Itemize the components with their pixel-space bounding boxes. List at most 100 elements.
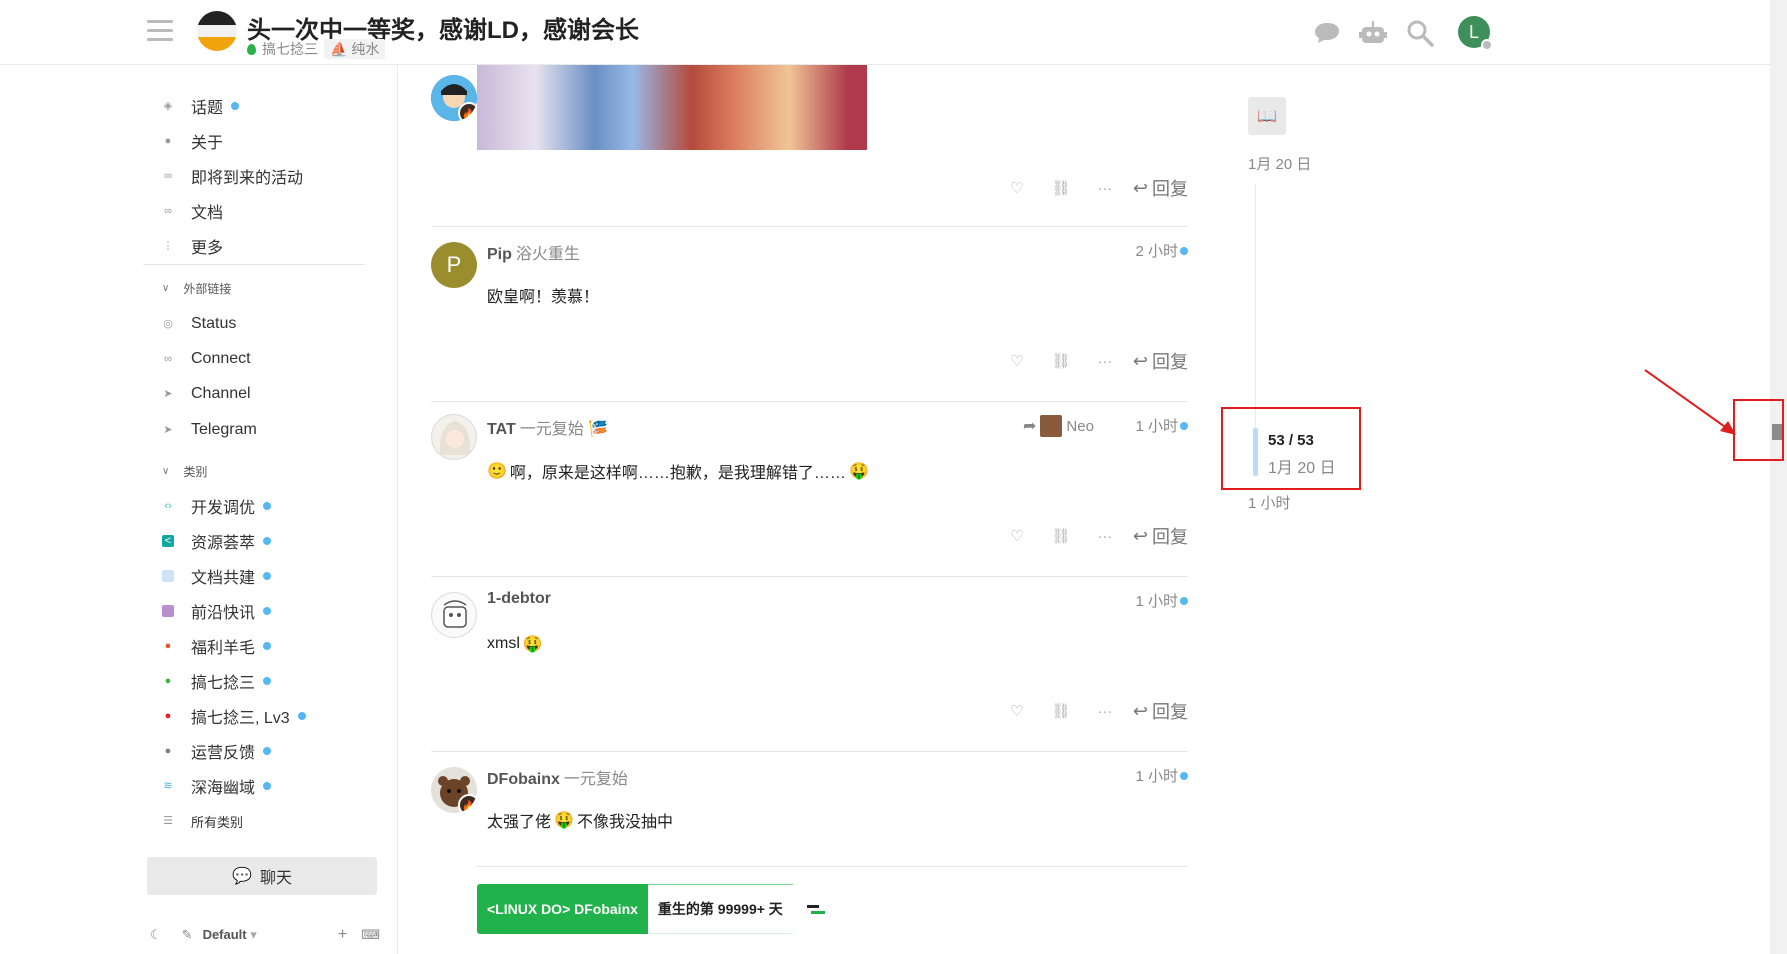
scrollbar[interactable] bbox=[1770, 0, 1787, 954]
sidebar-item-connect[interactable]: ∞ Connect bbox=[162, 344, 251, 374]
timeline-end-label[interactable]: 1 小时 bbox=[1248, 492, 1291, 513]
sidebar-category[interactable]: ‹› 开发调优 bbox=[162, 491, 272, 521]
reply-button[interactable]: ↩ 回复 bbox=[1133, 698, 1188, 724]
sidebar-category[interactable]: < 资源荟萃 bbox=[162, 526, 272, 556]
sidebar-item-about[interactable]: ● 关于 bbox=[162, 126, 223, 156]
like-icon[interactable]: ♡ bbox=[995, 702, 1039, 720]
post-body: 🙂 啊，原来是这样啊……抱歉，是我理解错了…… 🤑 bbox=[487, 459, 869, 483]
post-date[interactable]: 1 小时 bbox=[1135, 765, 1188, 786]
more-icon[interactable]: ··· bbox=[1083, 353, 1127, 370]
theme-label: Default bbox=[202, 927, 247, 942]
avatar[interactable]: P bbox=[431, 242, 477, 288]
sidebar-category[interactable]: ≋ 深海幽域 bbox=[162, 771, 272, 801]
moon-icon[interactable]: ☾ bbox=[150, 927, 162, 943]
post-author[interactable]: DFobainx 一元复始 bbox=[487, 765, 628, 789]
reply-button[interactable]: ↩ 回复 bbox=[1133, 523, 1188, 549]
unread-dot bbox=[263, 572, 272, 580]
post-image[interactable] bbox=[477, 65, 867, 150]
avatar[interactable]: 🔥 bbox=[431, 767, 477, 813]
reply-label: 回复 bbox=[1152, 179, 1188, 199]
like-icon[interactable]: ♡ bbox=[995, 527, 1039, 545]
post-date[interactable]: 1 小时 bbox=[1135, 415, 1188, 436]
post-date[interactable]: 2 小时 bbox=[1135, 240, 1188, 261]
post-text: xmsl bbox=[487, 635, 520, 652]
unread-dot bbox=[263, 502, 272, 510]
sidebar-item-all-categories[interactable]: ☰ 所有类别 bbox=[162, 806, 243, 836]
chat-button[interactable]: 💬 聊天 bbox=[147, 857, 377, 895]
unread-dot bbox=[263, 607, 272, 615]
post-author[interactable]: TAT 一元复始 🎏 bbox=[487, 415, 608, 439]
sidebar-category[interactable]: 文档共建 bbox=[162, 561, 272, 591]
reply-to[interactable]: ➦ Neo bbox=[1023, 415, 1094, 437]
link-icon[interactable]: ⛓ bbox=[1039, 527, 1083, 545]
sidebar-category[interactable]: ● 福利羊毛 bbox=[162, 631, 272, 661]
send-icon: ➤ bbox=[163, 424, 173, 436]
chat-bubble-icon[interactable] bbox=[1312, 18, 1342, 48]
brush-icon: ✎ bbox=[181, 927, 193, 942]
post-author[interactable]: Pip 浴火重生 bbox=[487, 240, 580, 264]
newspaper-icon bbox=[162, 605, 174, 617]
link-icon: ∞ bbox=[164, 205, 172, 217]
post-author[interactable]: 1-debtor bbox=[487, 590, 551, 608]
user-avatar[interactable]: L bbox=[1458, 16, 1493, 51]
sidebar-category[interactable]: ● 搞七捻三 bbox=[162, 666, 272, 696]
robot-icon[interactable] bbox=[1358, 18, 1388, 48]
keyboard-icon[interactable]: ⌨ bbox=[361, 927, 380, 943]
chevron-down-icon: ∨ bbox=[162, 465, 170, 477]
sidebar-category[interactable]: ● 运营反馈 bbox=[162, 736, 272, 766]
reply-button[interactable]: ↩ 回复 bbox=[1133, 348, 1188, 374]
unread-dot bbox=[1180, 246, 1188, 255]
like-icon[interactable]: ♡ bbox=[995, 352, 1039, 370]
reply-icon: ↩ bbox=[1132, 700, 1148, 721]
site-logo[interactable] bbox=[197, 11, 237, 51]
link-icon: ∞ bbox=[164, 170, 172, 182]
caret-down-icon: ▾ bbox=[250, 927, 257, 942]
divider bbox=[431, 576, 1188, 577]
avatar[interactable]: 🔥 bbox=[431, 75, 477, 121]
annotation-arrow-icon bbox=[1644, 369, 1736, 435]
external-links-header[interactable]: ∨ 外部链接 bbox=[162, 278, 231, 298]
search-icon[interactable] bbox=[1405, 18, 1435, 48]
post: 1-debtor 1 小时 xmsl 🤑 ♡ ⛓ ··· ↩ 回复 bbox=[431, 586, 1188, 746]
timeline-toggle-button[interactable]: 📖 bbox=[1248, 97, 1286, 135]
flair-fire-icon: 🔥 bbox=[458, 102, 477, 121]
post-time-label: 1 小时 bbox=[1135, 768, 1178, 785]
post: TAT 一元复始 🎏 ➦ Neo 1 小时 🙂 啊，原来是这样啊……抱歉，是我理解… bbox=[431, 411, 1188, 571]
emoji-slight-smile-icon: 🙂 bbox=[487, 463, 507, 480]
sidebar-item-events[interactable]: ∞ 即将到来的活动 bbox=[162, 161, 303, 191]
more-icon[interactable]: ··· bbox=[1083, 703, 1127, 720]
sidebar-item-topics[interactable]: ◈ 话题 bbox=[162, 91, 240, 121]
divider bbox=[143, 264, 365, 265]
topic-category[interactable]: 搞七捻三 bbox=[262, 39, 318, 59]
link-icon[interactable]: ⛓ bbox=[1039, 352, 1083, 370]
post-text: 太强了佬 bbox=[487, 814, 552, 831]
timeline-start-date[interactable]: 1月 20 日 bbox=[1248, 153, 1311, 174]
signature-card[interactable]: <LINUX DO> DFobainx 重生的第 99999+ 天 bbox=[477, 884, 825, 934]
post-date[interactable]: 1 小时 bbox=[1135, 590, 1188, 611]
plus-icon[interactable]: + bbox=[338, 926, 347, 944]
categories-header[interactable]: ∨ 类别 bbox=[162, 461, 207, 481]
category-label: 前沿快讯 bbox=[191, 605, 256, 622]
sidebar-item-docs[interactable]: ∞ 文档 bbox=[162, 196, 223, 226]
sidebar-item-status[interactable]: ◎ Status bbox=[162, 309, 236, 339]
link-icon[interactable]: ⛓ bbox=[1039, 702, 1083, 720]
timeline-track[interactable] bbox=[1255, 183, 1256, 428]
sidebar-category[interactable]: 前沿快讯 bbox=[162, 596, 272, 626]
more-icon[interactable]: ··· bbox=[1083, 528, 1127, 545]
sidebar-item-telegram[interactable]: ➤ Telegram bbox=[162, 415, 256, 445]
like-icon[interactable]: ♡ bbox=[995, 179, 1039, 197]
category-label: 文档共建 bbox=[191, 570, 256, 587]
avatar[interactable] bbox=[431, 414, 477, 460]
sidebar-item-channel[interactable]: ➤ Channel bbox=[162, 379, 250, 409]
user-title: 浴火重生 bbox=[515, 246, 580, 263]
reply-label: 回复 bbox=[1152, 527, 1188, 547]
reply-button[interactable]: ↩ 回复 bbox=[1133, 175, 1188, 201]
theme-selector[interactable]: Default ▾ bbox=[203, 927, 257, 943]
hamburger-menu-icon[interactable] bbox=[147, 20, 173, 42]
topic-tag[interactable]: ⛵ 纯水 bbox=[324, 39, 386, 59]
avatar[interactable] bbox=[431, 592, 477, 638]
link-icon[interactable]: ⛓ bbox=[1039, 179, 1083, 197]
sidebar-item-more[interactable]: ⋮ 更多 bbox=[162, 231, 224, 261]
sidebar-category[interactable]: ● 搞七捻三, Lv3 bbox=[162, 701, 306, 731]
more-icon[interactable]: ··· bbox=[1083, 180, 1127, 197]
